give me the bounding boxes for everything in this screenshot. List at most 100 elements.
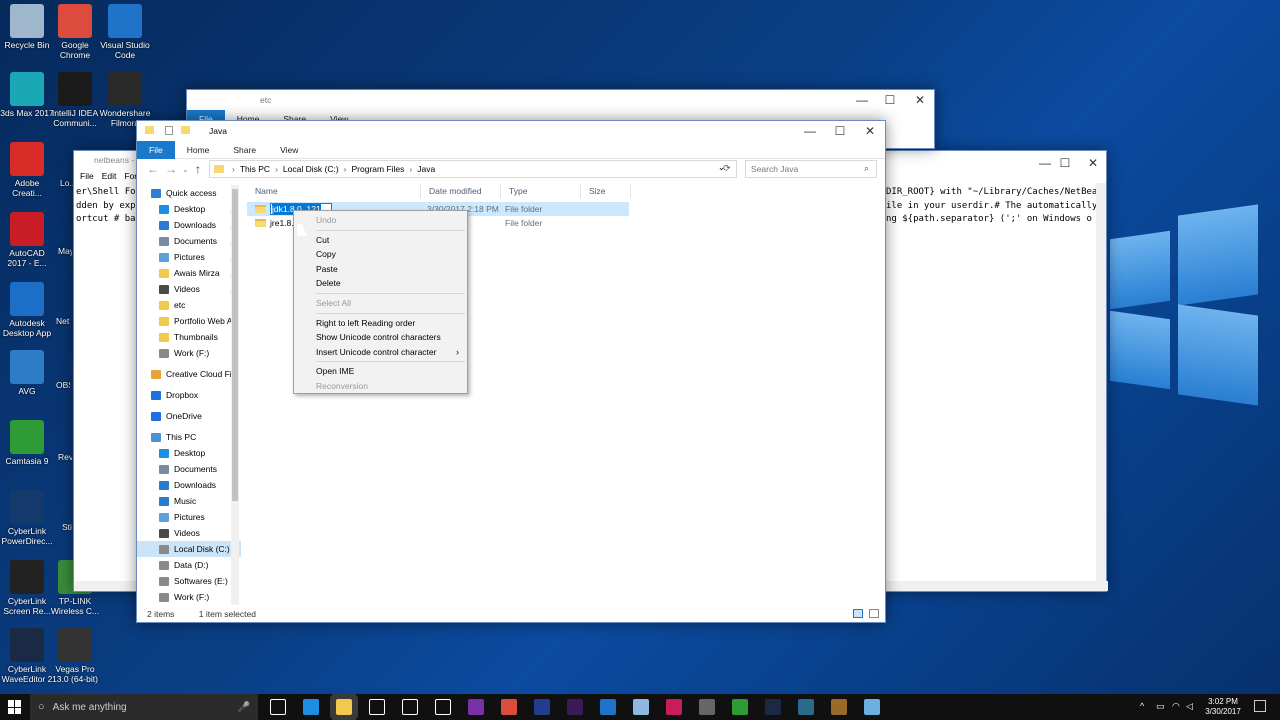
column-header[interactable]: Name — [247, 184, 421, 198]
nav-item[interactable]: etc — [137, 297, 241, 313]
up-arrow-icon[interactable]: ↑ — [195, 162, 201, 176]
start-button[interactable] — [8, 700, 22, 714]
etc-minimize-button[interactable]: — — [847, 90, 877, 112]
desktop-icon[interactable]: Camtasia 9 — [0, 420, 54, 466]
nav-scrollbar[interactable] — [231, 185, 239, 605]
forward-arrow-icon[interactable]: → — [165, 162, 177, 176]
desktop-icon[interactable]: Adobe Creati... — [0, 142, 54, 198]
taskbar-obs-icon[interactable] — [699, 699, 715, 715]
nav-item[interactable]: Downloads📌 — [137, 217, 241, 233]
taskbar-premiere-icon[interactable] — [567, 699, 583, 715]
cortana-search-box[interactable]: ○ Ask me anything 🎤 — [30, 694, 258, 720]
breadcrumb-item[interactable]: This PC — [240, 164, 270, 174]
nav-item[interactable]: Desktop — [137, 445, 241, 461]
breadcrumb-item[interactable]: Java — [417, 164, 435, 174]
taskbar-cyberlink-icon[interactable] — [765, 699, 781, 715]
large-icons-view-icon[interactable] — [869, 609, 879, 618]
taskbar-edge-icon[interactable] — [303, 699, 319, 715]
tray-chevron-icon[interactable]: ^ — [1140, 701, 1144, 711]
taskbar-chrome-icon[interactable] — [501, 699, 517, 715]
breadcrumb-item[interactable]: Local Disk (C:) — [283, 164, 339, 174]
nav-item[interactable]: Videos — [137, 525, 241, 541]
menu-item[interactable]: Insert Unicode control character › — [294, 345, 467, 360]
tab-file[interactable]: File — [137, 140, 175, 159]
nav-item[interactable]: Work (F:) — [137, 345, 241, 361]
tab-home[interactable]: Home — [175, 141, 222, 159]
nav-item[interactable]: This PC — [137, 429, 241, 445]
tab-view[interactable]: View — [268, 141, 310, 159]
maximize-button[interactable]: ☐ — [825, 121, 855, 143]
nav-item[interactable]: Local Disk (C:) — [137, 541, 241, 557]
breadcrumb-chevron-icon[interactable]: › — [344, 164, 347, 174]
nav-item[interactable]: Portfolio Web A — [137, 313, 241, 329]
menu-item[interactable]: Show Unicode control characters — [294, 330, 467, 345]
desktop-icon[interactable]: Recycle Bin — [0, 4, 54, 50]
recent-chevron-icon[interactable]: ⌄ — [182, 165, 189, 174]
minimize-button[interactable]: — — [795, 121, 825, 143]
menu-item[interactable]: Open IME — [294, 364, 467, 379]
nav-item[interactable]: Dropbox — [137, 387, 241, 403]
desktop-icon[interactable]: CyberLink WaveEditor 2 — [0, 628, 54, 684]
back-arrow-icon[interactable]: ← — [147, 162, 159, 176]
maximize-button[interactable]: ☐ — [1050, 153, 1080, 175]
nav-item[interactable]: Music — [137, 493, 241, 509]
wifi-icon[interactable]: ◠ — [1172, 701, 1180, 712]
desktop-icon[interactable]: Google Chrome — [48, 4, 102, 60]
partial-icon-label[interactable]: Revi — [58, 452, 72, 462]
column-header[interactable]: Size — [581, 184, 631, 198]
nav-item[interactable]: Documents — [137, 461, 241, 477]
taskbar-onenote-icon[interactable] — [468, 699, 484, 715]
menu-item[interactable]: Delete — [294, 276, 467, 291]
nav-item[interactable]: Work (F:) — [137, 589, 241, 605]
menu-item[interactable]: Copy — [294, 247, 467, 262]
taskbar-vscode-icon[interactable] — [600, 699, 616, 715]
menu-item[interactable]: Cut — [294, 233, 467, 248]
nav-scroll-thumb[interactable] — [232, 189, 238, 501]
desktop-icon[interactable]: IntelliJ IDEA Communi... — [48, 72, 102, 128]
etc-maximize-button[interactable]: ☐ — [875, 90, 905, 112]
volume-icon[interactable]: ◁ — [1186, 701, 1193, 712]
taskbar-filmora-icon[interactable] — [798, 699, 814, 715]
breadcrumb-chevron-icon[interactable]: › — [275, 164, 278, 174]
column-header[interactable]: Date modified — [421, 184, 501, 198]
search-box[interactable]: Search Java — [745, 160, 877, 178]
details-view-icon[interactable] — [853, 609, 863, 618]
breadcrumb-chevron-icon[interactable]: › — [409, 164, 412, 174]
taskbar-task-view-icon[interactable] — [270, 699, 286, 715]
menu-item[interactable]: Right to left Reading order — [294, 316, 467, 331]
desktop-icon[interactable]: 3ds Max 2017 — [0, 72, 54, 118]
partial-icon-label[interactable]: NetBe 8. — [56, 316, 70, 326]
partial-icon-label[interactable]: May — [58, 246, 72, 256]
taskbar-3d-icon[interactable] — [633, 699, 649, 715]
menu-item[interactable]: Paste — [294, 262, 467, 277]
nav-item[interactable]: OneDrive — [137, 408, 241, 424]
desktop-icon[interactable]: Autodesk Desktop App — [0, 282, 54, 338]
partial-icon-label[interactable]: Lo... — [60, 178, 74, 188]
column-header[interactable]: Type — [501, 184, 581, 198]
nav-item[interactable]: Quick access — [137, 185, 241, 201]
netbeans-menu-item[interactable]: Edit — [102, 171, 117, 181]
taskbar-camtasia-icon[interactable] — [732, 699, 748, 715]
nav-item[interactable]: Data (D:) — [137, 557, 241, 573]
taskbar-intellij-icon[interactable] — [666, 699, 682, 715]
close-button[interactable]: ✕ — [1078, 153, 1108, 175]
taskbar-mail-icon[interactable] — [369, 699, 385, 715]
taskbar-netbeans-icon[interactable] — [831, 699, 847, 715]
taskbar-wireless-icon[interactable] — [864, 699, 880, 715]
desktop-icon[interactable]: CyberLink Screen Re... — [0, 560, 54, 616]
microphone-icon[interactable]: 🎤 — [238, 702, 250, 713]
taskbar-camera-icon[interactable] — [435, 699, 451, 715]
tab-share[interactable]: Share — [221, 141, 268, 159]
nav-item[interactable]: Awais Mirza📌 — [137, 265, 241, 281]
desktop-icon[interactable]: AutoCAD 2017 - E... — [0, 212, 54, 268]
network-icon[interactable]: ▭ — [1156, 701, 1165, 712]
close-button[interactable]: ✕ — [855, 121, 885, 143]
breadcrumb-chevron-icon[interactable]: › — [232, 164, 235, 174]
taskbar-store-icon[interactable] — [402, 699, 418, 715]
nav-item[interactable]: Pictures — [137, 509, 241, 525]
nav-item[interactable]: Pictures📌 — [137, 249, 241, 265]
properties-icon[interactable] — [165, 126, 173, 135]
desktop-icon[interactable]: Vegas Pro 13.0 (64-bit) — [48, 628, 102, 684]
nav-item[interactable]: Documents📌 — [137, 233, 241, 249]
clock[interactable]: 3:02 PM 3/30/2017 — [1200, 697, 1246, 717]
